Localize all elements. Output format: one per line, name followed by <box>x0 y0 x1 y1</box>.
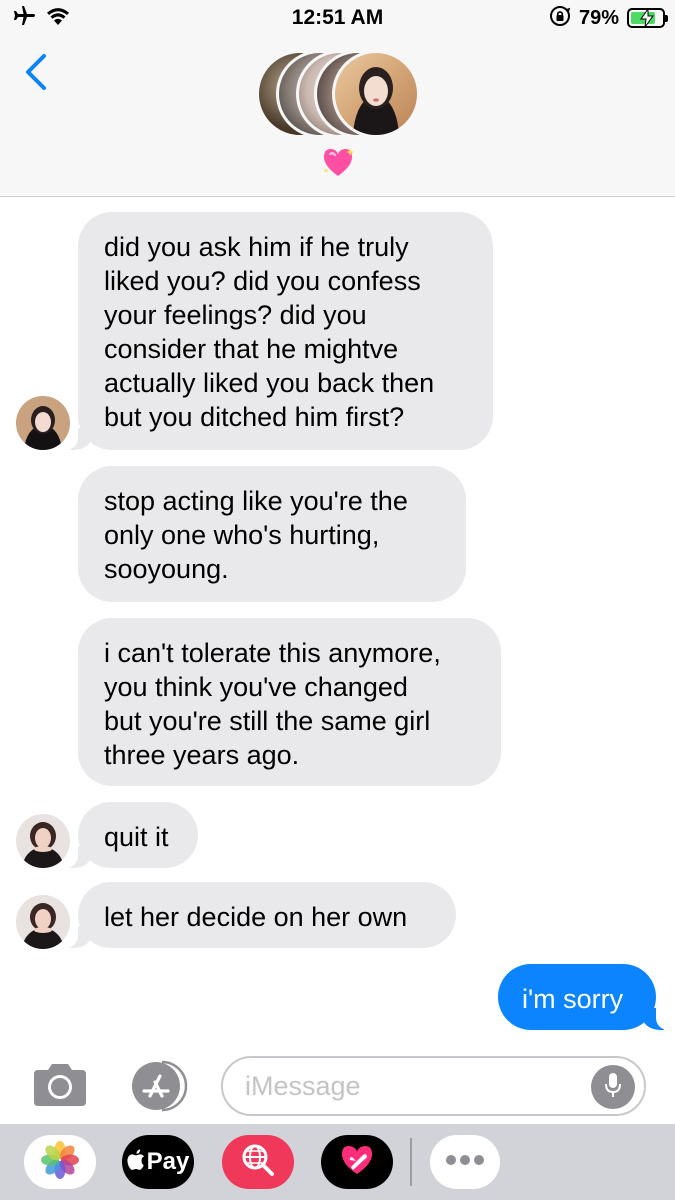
digital-touch-icon <box>338 1143 376 1182</box>
orientation-lock-icon <box>549 5 571 32</box>
status-bar: 12:51 AM 79% <box>0 0 675 36</box>
sent-message-bubble[interactable]: i'm sorry <box>498 964 672 1030</box>
photos-icon <box>40 1140 80 1185</box>
compose-bar <box>0 1046 675 1124</box>
digital-touch-app-button[interactable] <box>321 1135 393 1189</box>
received-message-bubble[interactable]: let her decide on her own <box>62 882 456 948</box>
sparkling-heart-icon <box>321 148 355 182</box>
message-thread[interactable]: did you ask him if he truly liked you? d… <box>0 198 675 1046</box>
web-search-icon <box>240 1142 276 1183</box>
message-text: quit it <box>104 822 169 852</box>
group-name-emoji[interactable] <box>0 146 675 183</box>
web-search-app-button[interactable] <box>222 1135 294 1189</box>
apple-pay-label: Pay <box>146 1148 190 1175</box>
message-text: did you ask him if he truly liked you? d… <box>104 232 435 432</box>
apple-pay-icon <box>127 1148 145 1176</box>
apple-pay-button[interactable]: Pay <box>122 1135 194 1189</box>
sender-avatar[interactable] <box>16 814 70 868</box>
microphone-icon <box>603 1071 623 1104</box>
battery-percentage: 79% <box>578 6 619 29</box>
message-text: let her decide on her own <box>104 902 408 932</box>
message-text: stop acting like you're the only one who… <box>104 486 408 584</box>
received-message-bubble[interactable]: did you ask him if he truly liked you? d… <box>62 212 493 450</box>
app-store-icon <box>126 1060 192 1116</box>
photos-app-button[interactable] <box>24 1135 96 1189</box>
battery-charging-icon <box>627 8 668 28</box>
message-text: i can't tolerate this anymore, you think… <box>104 638 441 770</box>
sender-avatar[interactable] <box>16 895 70 949</box>
sender-avatar[interactable] <box>16 396 70 450</box>
back-chevron-icon <box>22 54 52 96</box>
camera-button[interactable] <box>30 1062 90 1108</box>
app-drawer: Pay <box>0 1124 675 1200</box>
received-message-bubble[interactable]: stop acting like you're the only one who… <box>78 466 466 602</box>
dictation-button[interactable] <box>591 1065 635 1109</box>
drawer-divider <box>410 1138 412 1186</box>
message-text: i'm sorry <box>522 984 624 1014</box>
more-apps-button[interactable] <box>430 1135 500 1189</box>
status-right: 79% <box>549 5 668 32</box>
group-avatar-stack[interactable] <box>256 50 421 140</box>
battery-fill <box>631 9 655 27</box>
back-button[interactable] <box>22 52 52 92</box>
received-message-bubble[interactable]: i can't tolerate this anymore, you think… <box>78 618 501 786</box>
conversation-header <box>0 36 675 197</box>
app-store-button[interactable] <box>126 1060 192 1112</box>
more-icon <box>445 1153 485 1171</box>
group-member-avatar-front <box>332 50 420 138</box>
received-message-bubble[interactable]: quit it <box>62 802 198 868</box>
imessage-input[interactable] <box>221 1056 646 1116</box>
camera-icon <box>30 1064 90 1112</box>
